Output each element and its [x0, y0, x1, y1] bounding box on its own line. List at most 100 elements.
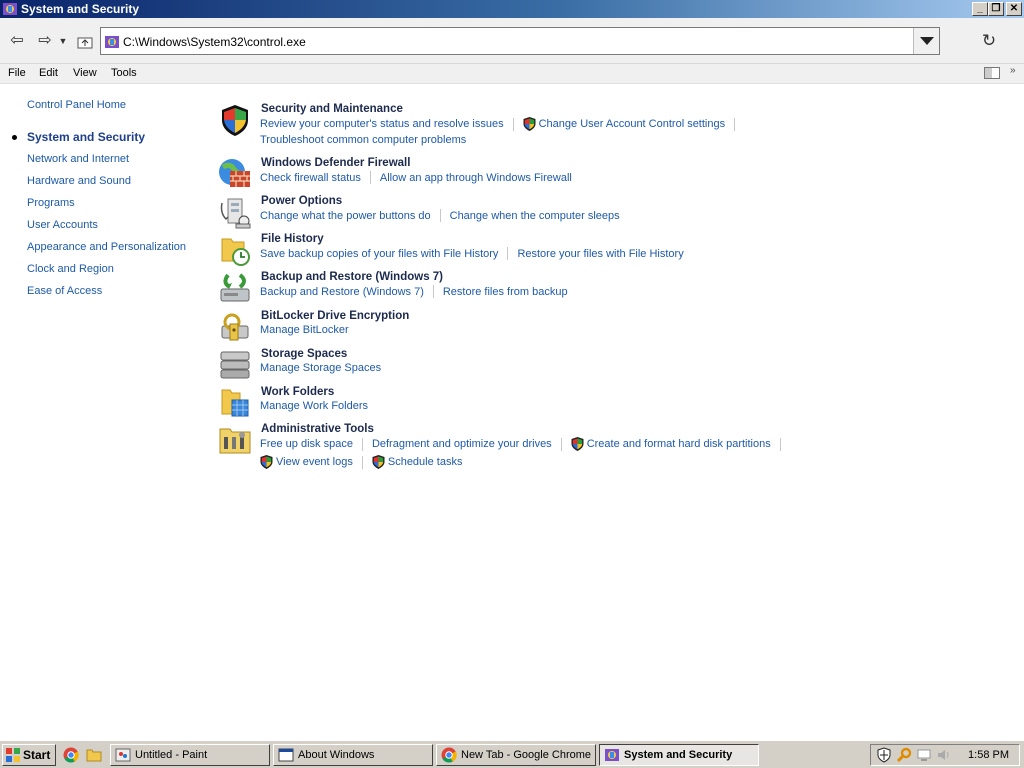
bitlocker-icon [221, 313, 249, 341]
menu-tools[interactable]: Tools [111, 67, 137, 79]
security-flag-icon [222, 105, 248, 136]
taskbar-item-system-and-security[interactable]: System and Security [599, 744, 759, 766]
task-link[interactable]: Create and format hard disk partitions [587, 438, 771, 450]
taskbar-item-chrome[interactable]: New Tab - Google Chrome [436, 744, 596, 766]
task-link[interactable]: Change User Account Control settings [539, 118, 726, 130]
network-tray-icon[interactable] [916, 747, 932, 763]
task-link[interactable]: Manage Work Folders [260, 400, 368, 412]
window-icon [278, 748, 294, 762]
task-link[interactable]: Check firewall status [260, 172, 361, 184]
address-path[interactable]: C:\Windows\System32\control.exe [123, 35, 306, 49]
category-title[interactable]: Storage Spaces [261, 348, 347, 360]
chrome-icon [441, 747, 457, 763]
task-link[interactable]: View event logs [276, 456, 353, 468]
task-link[interactable]: Review your computer's status and resolv… [260, 118, 504, 130]
up-folder-icon[interactable] [77, 34, 93, 50]
search-tray-icon[interactable] [896, 747, 912, 763]
taskbar-item-about-windows[interactable]: About Windows [273, 744, 433, 766]
control-panel-icon [605, 749, 619, 761]
menu-file[interactable]: File [8, 67, 26, 79]
sidebar-item-clock-and-region[interactable]: Clock and Region [27, 263, 114, 275]
task-link[interactable]: Save backup copies of your files with Fi… [260, 248, 498, 260]
taskbar-item-paint[interactable]: Untitled - Paint [110, 744, 270, 766]
uac-shield-icon [523, 117, 536, 131]
windows-logo-icon [6, 748, 20, 762]
link-separator [734, 117, 736, 131]
task-link[interactable]: Troubleshoot common computer problems [260, 134, 466, 146]
category-title[interactable]: File History [261, 233, 324, 245]
sidebar-item-appearance[interactable]: Appearance and Personalization [27, 241, 186, 253]
menu-bar: File Edit View Tools » [0, 64, 1024, 84]
sidebar-item-hardware-and-sound[interactable]: Hardware and Sound [27, 175, 131, 187]
forward-arrow-icon[interactable]: ⇨ [35, 32, 55, 50]
window-title-bar[interactable]: System and Security _ ❐ ✕ [0, 0, 1024, 18]
menu-edit[interactable]: Edit [39, 67, 58, 79]
category-links-row: Manage Work Folders [260, 400, 368, 412]
task-link[interactable]: Restore your files with File History [517, 248, 683, 260]
layout-toggle-icon[interactable] [984, 67, 1000, 79]
task-link[interactable]: Free up disk space [260, 438, 353, 450]
menu-view[interactable]: View [73, 67, 97, 79]
taskbar-item-label: New Tab - Google Chrome [461, 749, 592, 761]
sidebar-item-system-and-security[interactable]: System and Security [27, 130, 145, 144]
start-button[interactable]: Start [2, 744, 56, 766]
task-link[interactable]: Defragment and optimize your drives [372, 438, 552, 450]
task-link[interactable]: Restore files from backup [443, 286, 568, 298]
link-separator [507, 247, 509, 260]
sidebar-control-panel-home[interactable]: Control Panel Home [27, 99, 126, 111]
link-separator [361, 455, 363, 469]
security-shield-tray-icon[interactable] [876, 747, 892, 763]
sidebar-item-network-and-internet[interactable]: Network and Internet [27, 153, 129, 165]
start-label: Start [23, 748, 51, 762]
task-link[interactable]: Change what the power buttons do [260, 210, 431, 222]
back-arrow-icon[interactable]: ⇦ [7, 32, 27, 50]
category-links-row: Backup and Restore (Windows 7) Restore f… [260, 285, 568, 298]
category-title[interactable]: Work Folders [261, 386, 334, 398]
recent-pages-dropdown-icon[interactable]: ▼ [57, 32, 69, 50]
current-page-bullet-icon [12, 135, 17, 140]
category-title[interactable]: Security and Maintenance [261, 103, 403, 115]
backup-restore-icon [220, 273, 250, 302]
task-link[interactable]: Allow an app through Windows Firewall [380, 172, 572, 184]
storage-spaces-icon [220, 351, 250, 379]
category-title[interactable]: BitLocker Drive Encryption [261, 310, 409, 322]
address-dropdown-button[interactable] [913, 28, 939, 54]
link-separator [432, 285, 434, 298]
restore-button[interactable]: ❐ [988, 2, 1004, 16]
window-title: System and Security [21, 2, 140, 16]
category-links-row: Review your computer's status and resolv… [260, 117, 744, 131]
category-title[interactable]: Windows Defender Firewall [261, 157, 410, 169]
volume-tray-icon[interactable] [936, 747, 952, 763]
link-separator [361, 437, 363, 451]
sidebar-item-user-accounts[interactable]: User Accounts [27, 219, 98, 231]
clock[interactable]: 1:58 PM [968, 749, 1009, 761]
minimize-button[interactable]: _ [972, 2, 988, 16]
system-tray: 1:58 PM [870, 744, 1020, 766]
taskbar-item-label: Untitled - Paint [135, 749, 208, 761]
task-link[interactable]: Backup and Restore (Windows 7) [260, 286, 424, 298]
category-title[interactable]: Power Options [261, 195, 342, 207]
task-link[interactable]: Schedule tasks [388, 456, 463, 468]
category-links-row: Manage Storage Spaces [260, 362, 381, 374]
refresh-icon[interactable]: ↻ [978, 30, 1000, 52]
category-title[interactable]: Backup and Restore (Windows 7) [261, 271, 443, 283]
uac-shield-icon [260, 455, 273, 469]
control-panel-icon [3, 3, 17, 15]
link-separator [369, 171, 371, 184]
task-link[interactable]: Change when the computer sleeps [450, 210, 620, 222]
address-bar[interactable]: C:\Windows\System32\control.exe [100, 27, 940, 55]
task-link[interactable]: Manage BitLocker [260, 324, 349, 336]
sidebar-item-ease-of-access[interactable]: Ease of Access [27, 285, 102, 297]
menu-overflow-chevron-icon[interactable]: » [1010, 65, 1016, 76]
file-explorer-quicklaunch-icon[interactable] [86, 747, 102, 763]
category-links-row: Free up disk space Defragment and optimi… [260, 437, 790, 451]
task-link[interactable]: Manage Storage Spaces [260, 362, 381, 374]
paint-icon [115, 748, 131, 762]
sidebar-item-programs[interactable]: Programs [27, 197, 75, 209]
chrome-quicklaunch-icon[interactable] [63, 747, 79, 763]
category-links-row: Save backup copies of your files with Fi… [260, 247, 684, 260]
file-history-icon [221, 238, 250, 266]
close-button[interactable]: ✕ [1006, 2, 1022, 16]
category-title[interactable]: Administrative Tools [261, 423, 374, 435]
power-options-icon [220, 198, 251, 229]
